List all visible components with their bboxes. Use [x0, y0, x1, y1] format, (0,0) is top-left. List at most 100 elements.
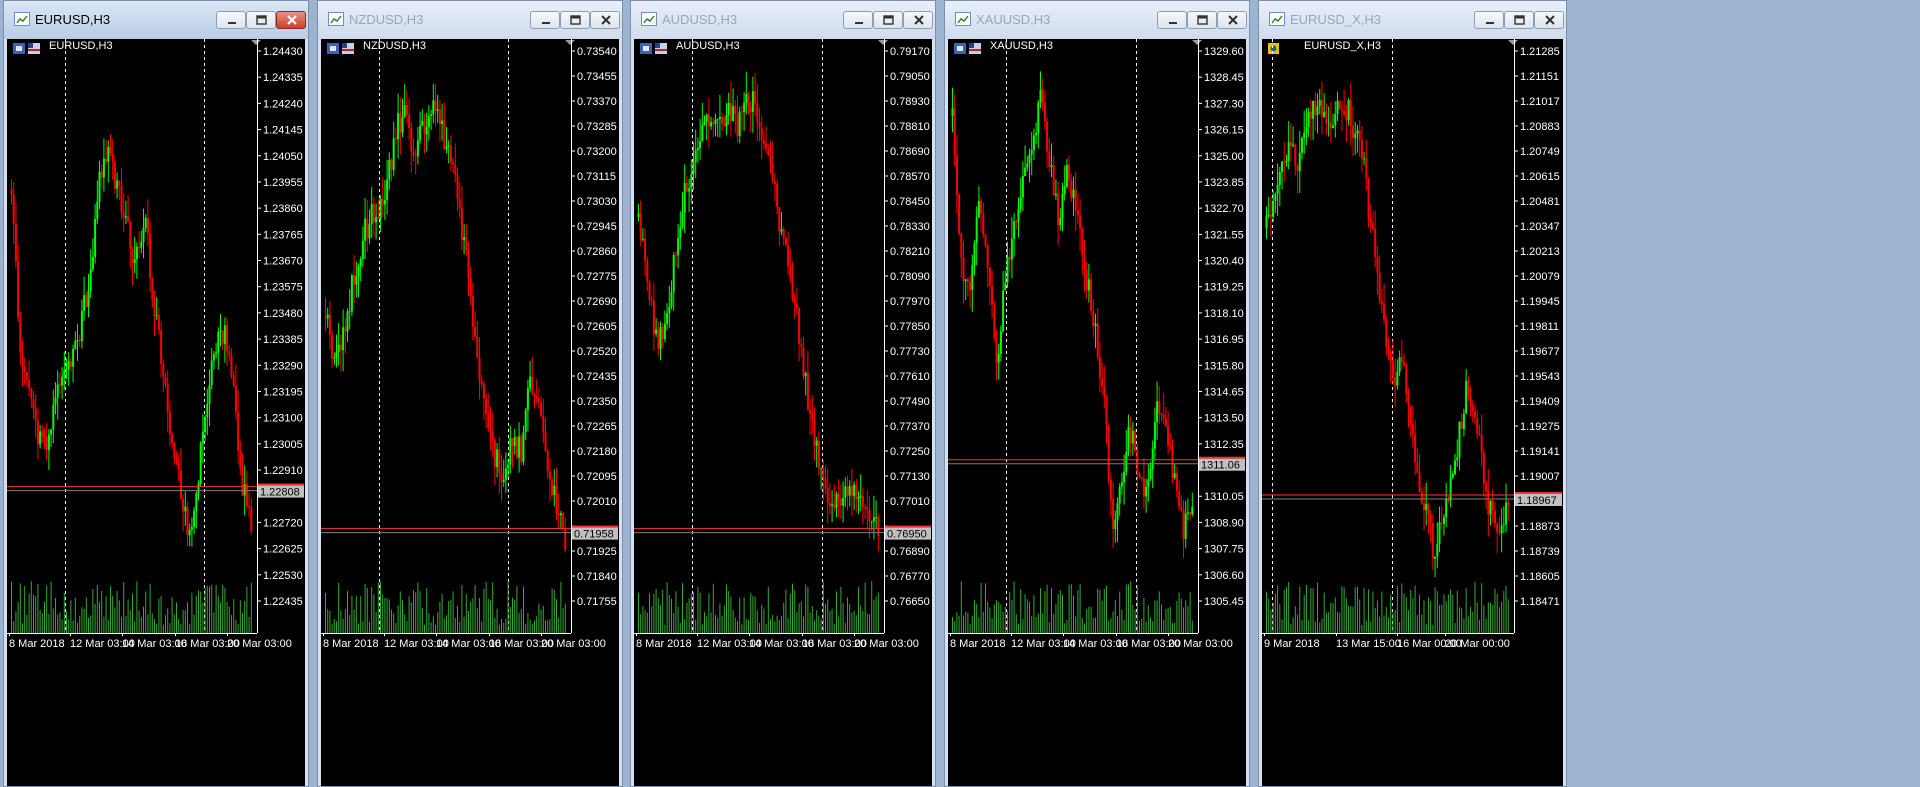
price-chart[interactable]: XAUUSD,H3 1329.60 1328.45 1327.30 1326.15 132… [948, 39, 1246, 786]
price-tick-label: 1.20615 [1520, 171, 1560, 183]
chart-shift-triangle-icon[interactable] [878, 40, 888, 45]
candle-body [182, 498, 185, 512]
candle-body [1420, 492, 1423, 504]
close-button[interactable] [1217, 11, 1247, 29]
title-bar[interactable]: EURUSD_X,H3 [1259, 1, 1566, 39]
candle-body [564, 527, 567, 550]
candle-body [1276, 184, 1279, 194]
price-chart[interactable]: EURUSD,H3 1.24430 1.24335 1.24240 1.24145 1.2… [7, 39, 305, 786]
price-chart[interactable]: AUDUSD,H3 0.79170 0.79050 0.78930 0.78810 0.7… [634, 39, 932, 786]
minimize-button[interactable] [1157, 11, 1187, 29]
chart-canvas: 0.73540 0.73455 0.73370 0.73285 0.73200 0.731… [321, 39, 618, 650]
close-button[interactable] [1534, 11, 1564, 29]
candle-body [1269, 214, 1272, 217]
candle-body [738, 111, 741, 137]
restore-button[interactable] [1504, 11, 1534, 29]
candle-body [124, 216, 127, 218]
time-tick-label: 8 Mar 2018 [9, 638, 65, 650]
minimize-button[interactable] [216, 11, 246, 29]
restore-button[interactable] [873, 11, 903, 29]
candle-body [555, 485, 558, 514]
price-tick-label: 1.24430 [263, 46, 303, 58]
bid-price-marker [1515, 492, 1562, 494]
candle-body [688, 188, 691, 192]
price-tick-label: 0.78810 [890, 121, 930, 133]
close-button[interactable] [276, 11, 306, 29]
window-title: AUDUSD,H3 [662, 12, 738, 27]
close-icon [601, 15, 611, 25]
minimize-button[interactable] [530, 11, 560, 29]
candle-body [1340, 108, 1343, 112]
title-bar[interactable]: AUDUSD,H3 [631, 1, 935, 39]
candle-body [1136, 450, 1139, 474]
candle-body [1061, 193, 1064, 219]
price-tick-label: 0.73200 [577, 146, 617, 158]
candle-body [1037, 102, 1040, 133]
candle-body [129, 221, 132, 250]
candle-body [789, 265, 792, 279]
price-tick-label: 0.78690 [890, 146, 930, 158]
candle-body [430, 114, 433, 116]
price-tick-label: 1.19007 [1520, 471, 1560, 483]
candle-body [655, 329, 658, 334]
candle-body [1312, 100, 1315, 119]
candle-body [1320, 99, 1323, 118]
candle-body [171, 434, 174, 444]
price-tick-label: 1.18471 [1520, 596, 1560, 608]
price-chart[interactable]: NZDUSD,H3 0.73540 0.73455 0.73370 0.73285 0.7… [321, 39, 619, 786]
candle-body [820, 467, 823, 469]
candle-body [1063, 186, 1066, 194]
candle-body [784, 237, 787, 245]
candle-body [175, 458, 178, 462]
candle-body [342, 327, 345, 351]
price-chart[interactable]: EURUSD_X,H3 1.21285 1.21151 1.21017 1.20883 1… [1262, 39, 1563, 786]
close-button[interactable] [590, 11, 620, 29]
candle-body [1265, 215, 1268, 229]
candle-body [762, 140, 765, 144]
candle-body [1043, 102, 1046, 122]
candle-body [241, 468, 244, 496]
candle-body [493, 440, 496, 468]
candle-body [679, 227, 682, 239]
chart-window-eurusdx[interactable]: EURUSD_X,H3 EURUSD_X,H3 1.21285 1.21151 1.21… [1258, 0, 1567, 787]
minimize-button[interactable] [1474, 11, 1504, 29]
candle-body [443, 120, 446, 150]
title-bar[interactable]: EURUSD,H3 [4, 1, 308, 39]
candle-body [1123, 471, 1126, 483]
chart-window-eurusd[interactable]: EURUSD,H3 EURUSD,H3 1.24430 1.24335 1.24240 1… [3, 0, 309, 787]
candle-body [447, 145, 450, 147]
minimize-button[interactable] [843, 11, 873, 29]
price-tick-label: 1308.90 [1204, 517, 1244, 529]
candle-body [326, 314, 329, 319]
price-tick-label: 0.71925 [577, 546, 617, 558]
candle-body [390, 159, 393, 170]
chart-window-xauusd[interactable]: XAUUSD,H3 XAUUSD,H3 1329.60 1328.45 1327.30 1… [944, 0, 1250, 787]
candle-body [337, 344, 340, 352]
candle-body [61, 376, 64, 386]
candle-body [463, 237, 466, 240]
chart-window-audusd[interactable]: AUDUSD,H3 AUDUSD,H3 0.79170 0.79050 0.78930 0… [630, 0, 936, 787]
chart-window-nzdusd[interactable]: NZDUSD,H3 NZDUSD,H3 0.73540 0.73455 0.73370 0… [317, 0, 623, 787]
title-bar[interactable]: NZDUSD,H3 [318, 1, 622, 39]
restore-button[interactable] [1187, 11, 1217, 29]
chart-shift-triangle-icon[interactable] [251, 40, 261, 45]
close-button[interactable] [903, 11, 933, 29]
chart-shift-triangle-icon[interactable] [1508, 40, 1518, 45]
chart-shift-triangle-icon[interactable] [565, 40, 575, 45]
candle-body [1140, 477, 1143, 479]
candle-body [146, 217, 149, 234]
price-tick-label: 1.23480 [263, 308, 303, 320]
candle-body [1414, 434, 1417, 463]
candle-body [758, 122, 761, 128]
price-tick-label: 1.22435 [263, 596, 303, 608]
restore-button[interactable] [560, 11, 590, 29]
chart-shift-triangle-icon[interactable] [1192, 40, 1202, 45]
title-bar[interactable]: XAUUSD,H3 [945, 1, 1249, 39]
candle-body [1002, 290, 1005, 332]
restore-button[interactable] [246, 11, 276, 29]
candle-body [421, 120, 424, 126]
candle-body [1180, 506, 1183, 510]
chart-canvas: 1.24430 1.24335 1.24240 1.24145 1.24050 1.239… [7, 39, 304, 650]
candle-body [467, 249, 470, 278]
candle-body [855, 484, 858, 499]
